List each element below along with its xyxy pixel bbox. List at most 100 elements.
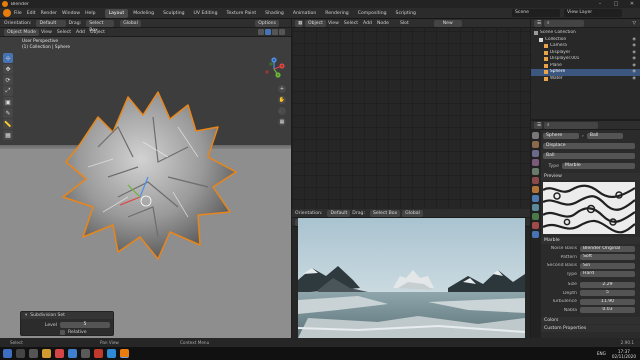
search-icon[interactable] [16,349,25,358]
menu-edit[interactable]: Edit [27,11,36,16]
mail-icon[interactable] [107,349,116,358]
scene-field[interactable]: Scene [512,9,560,17]
blender-taskbar-icon[interactable] [120,349,129,358]
mode-dropdown[interactable]: Object Mode [4,28,39,36]
context-texture[interactable]: Ball [586,133,623,139]
material-shading-icon[interactable] [272,29,278,35]
tab-layout[interactable]: Layout [104,8,129,18]
properties-search-field[interactable]: ⌕ [544,121,598,129]
outliner-search-field[interactable]: ⌕ [544,19,584,27]
collapse-icon[interactable]: ▾ [25,312,27,319]
tab-scripting[interactable]: Scripting [392,9,420,18]
rendered-shading-icon[interactable] [279,29,285,35]
drag-dropdown-2[interactable]: Select Box [370,209,401,217]
transform-tool-icon[interactable]: ▣ [3,97,13,107]
material-tab-icon[interactable] [532,222,539,229]
particles-tab-icon[interactable] [532,204,539,211]
tab-texture-paint[interactable]: Texture Paint [223,9,261,18]
texture-type-dropdown[interactable]: Marble [562,163,635,169]
properties-editor[interactable]: ☰ ⌕ Sphere › Ball Displace Ball Type Mar… [531,121,640,338]
file-explorer-icon[interactable] [42,349,51,358]
physics-tab-icon[interactable] [532,213,539,220]
context-object[interactable]: Sphere [543,133,579,139]
store-icon[interactable] [81,349,90,358]
add-cube-tool-icon[interactable]: ▦ [3,130,13,140]
start-icon[interactable] [3,349,12,358]
pan-icon[interactable]: ✋ [278,96,286,104]
tab-rendering[interactable]: Rendering [321,9,352,18]
second-basis-field[interactable]: Sin [580,262,635,269]
displaced-sphere-object[interactable] [58,87,242,263]
zoom-icon[interactable]: + [278,85,286,93]
object-menu[interactable]: Object [90,30,105,35]
node-node-menu[interactable]: Node [377,21,389,26]
tab-compositing[interactable]: Compositing [354,9,391,18]
level-field[interactable]: 5 [60,322,110,328]
size-field[interactable]: 2.29 [580,281,635,288]
render-tab-icon[interactable] [532,141,539,148]
tool-tab-icon[interactable] [532,132,539,139]
texture-name-field[interactable]: Ball [543,153,635,159]
close-button[interactable]: ✕ [624,0,640,8]
outliner-item[interactable]: Water ◉ [531,76,640,83]
rotate-tool-icon[interactable]: ⟳ [3,75,13,85]
task-view-icon[interactable] [29,349,38,358]
world-tab-icon[interactable] [532,177,539,184]
custom-properties-section-header[interactable]: Custom Properties [540,325,640,332]
scale-tool-icon[interactable]: ⤢ [3,86,13,96]
transform-orientation-dropdown-2[interactable]: Global [402,209,423,217]
shader-editor[interactable]: ▦ Object View Select Add Node Slot New [292,19,530,209]
tab-animation[interactable]: Animation [289,9,320,18]
minimize-button[interactable]: – [592,0,608,8]
wireframe-shading-icon[interactable] [258,29,264,35]
scene-tab-icon[interactable] [532,168,539,175]
depth-field[interactable]: 5 [580,290,635,297]
view-layer-tab-icon[interactable] [532,159,539,166]
menu-render[interactable]: Render [41,11,57,16]
pattern-field[interactable]: Soft [580,254,635,261]
node-view-menu[interactable]: View [328,21,339,26]
view-layer-field[interactable]: View Layer [564,9,622,17]
turbulence-field[interactable]: 11.90 [580,298,635,305]
annotate-tool-icon[interactable]: ✎ [3,108,13,118]
relative-checkbox[interactable] [60,330,65,335]
new-material-button[interactable]: New [433,19,462,27]
tab-shading[interactable]: Shading [261,9,288,18]
operator-panel-header[interactable]: ▾ Subdivision Set [21,312,113,319]
menu-window[interactable]: Window [62,11,80,16]
maximize-button[interactable]: □ [608,0,624,8]
move-tool-icon[interactable]: ✥ [3,64,13,74]
texture-user-dropdown[interactable]: Displace [543,143,635,149]
measure-tool-icon[interactable]: 📏 [3,119,13,129]
navigation-gizmo[interactable]: X Y Z [262,57,286,81]
nabla-field[interactable]: 0.03 [580,307,635,314]
node-object-dropdown[interactable]: Object [305,19,326,27]
marble-section-header[interactable]: Marble [540,237,640,244]
camera-view-icon[interactable]: 🎥 [278,107,286,115]
tab-sculpting[interactable]: Sculpting [159,9,188,18]
language-indicator[interactable]: ENG [597,351,606,356]
ortho-toggle-icon[interactable]: ▦ [278,118,286,126]
orientation-dropdown[interactable]: Default [36,19,67,27]
edge-icon[interactable] [68,349,77,358]
node-add-menu[interactable]: Add [363,21,372,26]
app-icon[interactable] [94,349,103,358]
noise-basis-field[interactable]: Blender Original [580,245,635,252]
add-menu[interactable]: Add [76,30,85,35]
tab-uv-editing[interactable]: UV Editing [190,9,222,18]
tab-modeling[interactable]: Modeling [129,9,158,18]
blender-menu-icon[interactable] [3,9,11,17]
menu-file[interactable]: File [14,11,22,16]
preview-section-header[interactable]: Preview [540,173,640,180]
editor-type-icon[interactable]: ▦ [295,19,303,27]
drag-dropdown[interactable]: Select Box [86,19,115,33]
colors-section-header[interactable]: Colors [540,317,640,324]
filter-icon[interactable]: ▽ [632,21,636,26]
node-select-menu[interactable]: Select [344,21,358,26]
solid-shading-icon[interactable] [265,29,271,35]
visibility-toggle-icon[interactable]: ◉ [632,76,636,83]
options-dropdown[interactable]: Options [255,19,279,27]
output-tab-icon[interactable] [532,150,539,157]
marble-type-field[interactable]: Hard [580,271,635,278]
properties-type-icon[interactable]: ☰ [534,121,542,129]
